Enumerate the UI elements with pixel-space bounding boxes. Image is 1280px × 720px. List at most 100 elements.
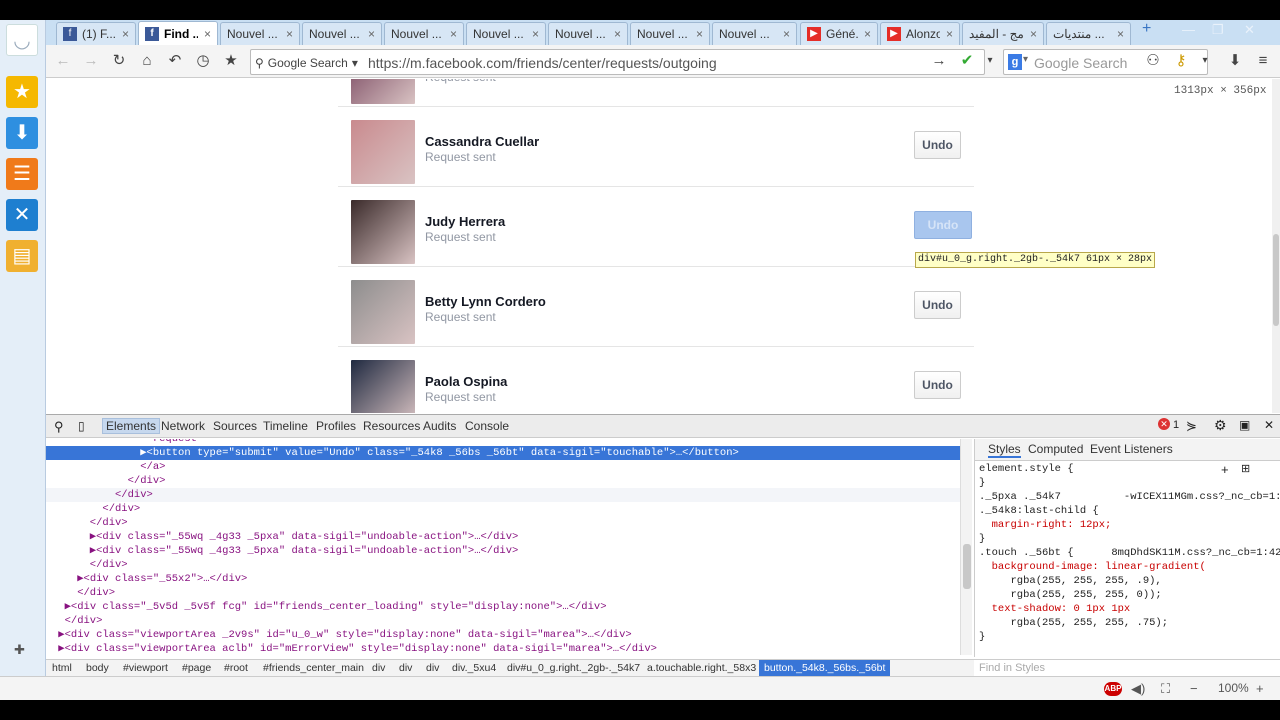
avatar[interactable] [351,120,415,184]
avatar[interactable] [351,200,415,264]
tools-icon[interactable]: ✕ [6,199,38,231]
search-engine-dropdown-icon[interactable]: ▾ [1023,54,1028,65]
styles-tab-styles[interactable]: Styles [988,443,1021,458]
friend-name[interactable]: Betty Lynn Cordero [425,294,546,309]
dom-tree-line[interactable]: </div> [46,558,960,572]
history-button[interactable]: ◷ [194,52,212,70]
breadcrumb-item[interactable]: #viewport [123,662,168,674]
avatar[interactable] [351,280,415,344]
style-rule-line[interactable]: } [979,477,985,490]
tab-profiles[interactable]: Profiles [316,419,356,433]
back-button[interactable]: ← [54,52,72,70]
breadcrumb-item[interactable]: button._54k8._56bs._56bt [759,660,891,677]
breadcrumb-item[interactable]: #friends_center_main [263,662,364,674]
maximize-icon[interactable]: ❐ [1212,22,1224,38]
avatar[interactable] [351,360,415,413]
tab-7[interactable]: Nouvel ... × [630,22,710,45]
style-rule-line[interactable]: ._54k8:last-child { [979,505,1099,518]
downloads-icon[interactable]: ⬇ [6,117,38,149]
tab-console[interactable]: Console [465,419,509,433]
undo-close-button[interactable]: ↶ [166,52,184,70]
tab-10[interactable]: ▶ Alonzo -... × [880,22,960,45]
toggle-element-state-icon[interactable]: ⊞ [1241,463,1250,476]
bookmark-star-button[interactable]: ★ [222,52,240,70]
tab-elements[interactable]: Elements [102,418,161,434]
key-icon[interactable]: ⚷ [1172,52,1190,70]
tab-9[interactable]: ▶ Géné... × [800,22,878,45]
tab-resources[interactable]: Resources [363,419,420,433]
dom-tree-line[interactable]: </div> [46,502,960,516]
dom-tree-line[interactable]: </div> [46,614,960,628]
security-icon[interactable]: ✔ [958,52,976,70]
dom-tree-line[interactable]: request [46,439,960,446]
close-icon[interactable]: × [1117,27,1124,41]
style-rule-line[interactable]: rgba(255, 255, 255, .9), [979,575,1162,588]
breadcrumb-item[interactable]: div [372,662,385,674]
dock-icon[interactable]: ▣ [1239,418,1250,432]
style-rule-line[interactable]: } [979,533,985,546]
breadcrumb-item[interactable]: body [86,662,109,674]
style-rule-line[interactable]: .touch ._56bt { 8mqDhdSK11M.css?_nc_cb=1… [979,547,1280,560]
undo-button[interactable]: Undo [914,371,961,399]
close-icon[interactable]: × [532,27,539,41]
zoom-in-icon[interactable]: + [1256,681,1264,696]
dom-tree-line[interactable]: ▶<div class="viewportArea _2v9s" id="u_0… [46,628,960,642]
tab-1[interactable]: f Find ... × [138,21,218,45]
close-icon[interactable]: × [614,27,621,41]
style-rule-line[interactable]: element.style { [979,463,1074,476]
rss-feed-icon[interactable]: ☰ [6,158,38,190]
close-icon[interactable]: × [783,27,790,41]
tab-2[interactable]: Nouvel ... × [220,22,300,45]
tab-network[interactable]: Network [161,419,205,433]
speed-dial-icon[interactable]: ◡ [6,24,38,56]
zoom-out-icon[interactable]: − [1190,681,1198,696]
style-rule-line[interactable]: ._5pxa ._54k7 -wICEX11MGm.css?_nc_cb=1:1… [979,491,1280,504]
close-icon[interactable]: × [1030,27,1037,41]
dom-tree-line[interactable]: ▶<div class="_55x2">…</div> [46,572,960,586]
dom-tree-line[interactable]: ▶<div class="viewportArea aclb" id="mErr… [46,642,960,655]
dom-tree-line[interactable]: </a> [46,460,960,474]
zoom-level[interactable]: 100% [1218,681,1249,695]
menu-icon[interactable]: ≡ [1254,52,1272,70]
friend-name[interactable]: Cassandra Cuellar [425,134,539,149]
people-icon[interactable]: ⚇ [1144,52,1162,70]
friend-name[interactable]: Paola Ospina [425,374,507,389]
tab-12[interactable]: منتديات ... × [1046,22,1131,45]
dom-tree-line[interactable]: ▶<div class="_55wq _4g33 _5pxa" data-sig… [46,530,960,544]
url-dropdown-icon[interactable]: ▾ [981,52,999,70]
breadcrumb-item[interactable]: div [399,662,412,674]
breadcrumb-item[interactable]: a.touchable.right._58x3 [647,662,756,674]
dom-tree-line[interactable]: ▶<div class="_55wq _4g33 _5pxa" data-sig… [46,544,960,558]
adblock-icon[interactable]: ABP [1104,682,1122,696]
close-icon[interactable]: × [286,27,293,41]
style-rule-line[interactable]: rgba(255, 255, 255, .75); [979,617,1169,630]
avatar[interactable] [351,79,415,104]
tab-5[interactable]: Nouvel ... × [466,22,546,45]
new-style-rule-icon[interactable]: + [1221,463,1229,476]
breadcrumb-item[interactable]: div#u_0_g.right._2gb-._54k7 [507,662,640,674]
undo-button[interactable]: Undo [914,211,972,239]
breadcrumb-item[interactable]: html [52,662,72,674]
breadcrumb-item[interactable]: #root [224,662,248,674]
notes-icon[interactable]: ▤ [6,240,38,272]
add-panel-icon[interactable]: ✚ [14,642,25,658]
device-mode-icon[interactable]: ▯ [78,419,85,433]
close-devtools-icon[interactable]: ✕ [1264,418,1274,432]
url-input[interactable] [368,53,928,73]
fullscreen-icon[interactable]: ⛶ [1161,681,1170,697]
error-icon[interactable]: ✕ [1158,418,1170,430]
dom-tree-line[interactable]: ▶<div class="_5v5d _5v5f fcg" id="friend… [46,600,960,614]
close-icon[interactable]: × [450,27,457,41]
style-rule-line[interactable]: margin-right: 12px; [979,519,1112,532]
styles-tab-computed[interactable]: Computed [1028,443,1083,456]
home-button[interactable]: ⌂ [138,52,156,70]
dom-tree-line[interactable]: </div> [46,516,960,530]
tab-audits[interactable]: Audits [423,419,456,433]
window-close-icon[interactable]: ✕ [1244,22,1255,38]
tab-3[interactable]: Nouvel ... × [302,22,382,45]
extensions-dropdown-icon[interactable]: ▾ [1196,52,1214,70]
elements-scrollbar[interactable] [960,439,972,655]
page-scrollbar[interactable] [1272,79,1280,413]
style-rule-line[interactable]: text-shadow: 0 1px 1px [979,603,1131,616]
console-drawer-icon[interactable]: ⋟ [1186,418,1197,434]
